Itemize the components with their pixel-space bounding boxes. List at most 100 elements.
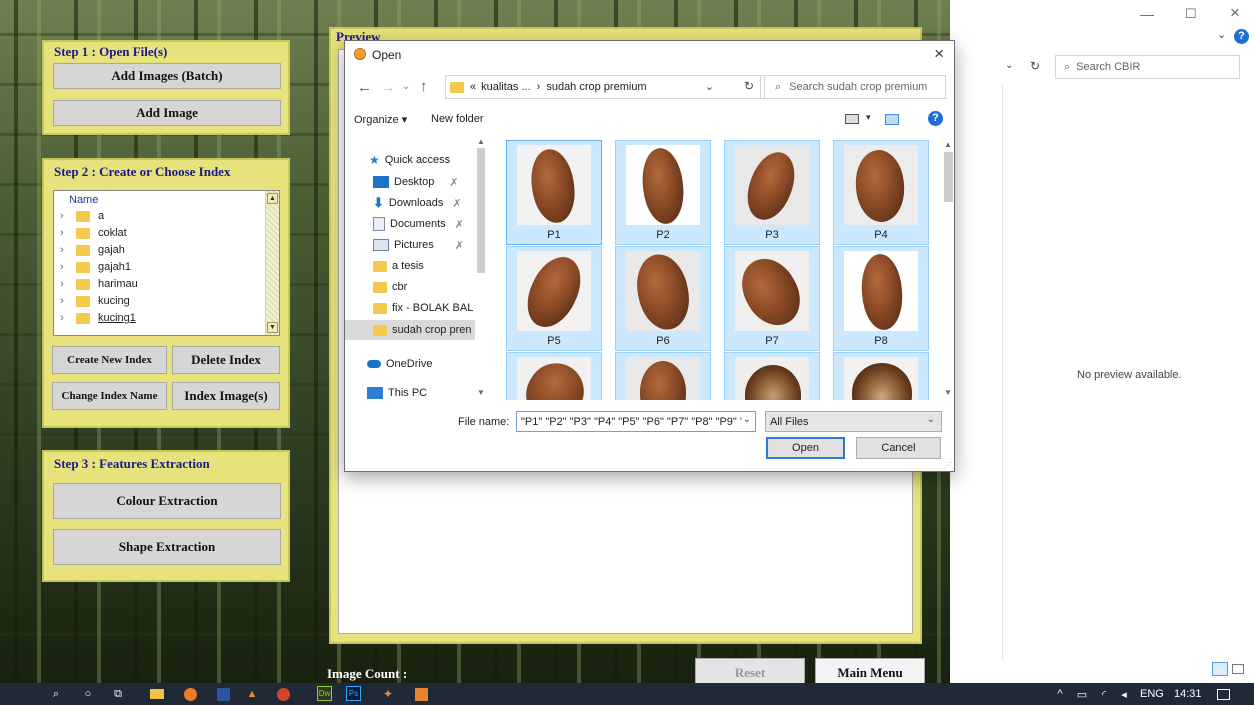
index-tree[interactable]: Name › a › coklat › gajah › gajah1 › harimau …: [53, 190, 280, 336]
close-window-button[interactable]: ×: [1230, 3, 1240, 23]
nav-a-tesis[interactable]: a tesis: [373, 257, 424, 275]
nav-onedrive[interactable]: OneDrive: [367, 355, 432, 373]
nav-downloads[interactable]: ⬇ Downloads ✗: [373, 194, 462, 212]
file-thumb-p12[interactable]: [833, 352, 929, 400]
explorer-search-box[interactable]: ⌕ Search CBIR: [1055, 55, 1240, 79]
organize-menu[interactable]: Organize ▾: [354, 113, 407, 126]
tree-item-a[interactable]: › a: [60, 208, 104, 224]
new-folder-button[interactable]: New folder: [431, 113, 484, 125]
task-view-icon[interactable]: ⧉: [110, 686, 126, 702]
thumb-scroll-thumb[interactable]: [944, 152, 953, 202]
nav-fix-bolak-bal[interactable]: fix - BOLAK BAL: [373, 299, 473, 317]
view-dropdown-icon[interactable]: ▾: [866, 112, 871, 123]
scroll-down-icon[interactable]: ▼: [477, 388, 485, 397]
tree-item-kucing1[interactable]: › kucing1: [60, 310, 136, 326]
file-thumb-p9[interactable]: [506, 352, 602, 400]
chevron-down-icon[interactable]: ⌄: [1217, 28, 1226, 41]
language-indicator[interactable]: ENG: [1140, 688, 1164, 700]
main-menu-button[interactable]: Main Menu: [815, 658, 925, 683]
open-button[interactable]: Open: [766, 437, 845, 459]
maximize-button[interactable]: ☐: [1185, 6, 1197, 22]
delete-index-button[interactable]: Delete Index: [172, 346, 280, 374]
minimize-button[interactable]: —: [1140, 6, 1154, 22]
breadcrumb-parent[interactable]: kualitas ...: [481, 81, 531, 93]
file-thumb-p5[interactable]: P5: [506, 246, 602, 351]
file-thumb-p11[interactable]: [724, 352, 820, 400]
battery-icon[interactable]: ▭: [1074, 686, 1090, 702]
nav-desktop[interactable]: Desktop ✗: [373, 173, 459, 191]
scroll-up-icon[interactable]: ▲: [944, 140, 952, 149]
dialog-search-input[interactable]: ⌕ Search sudah crop premium: [760, 75, 946, 99]
file-explorer-icon[interactable]: [149, 686, 165, 702]
tree-item-harimau[interactable]: › harimau: [60, 276, 138, 292]
nav-scrollbar[interactable]: ▲ ▼: [474, 133, 488, 401]
notification-icon[interactable]: [1215, 686, 1231, 702]
add-image-button[interactable]: Add Image: [53, 100, 281, 126]
word-icon[interactable]: [215, 686, 231, 702]
details-view-icon[interactable]: [1212, 662, 1228, 676]
file-thumb-p3[interactable]: P3: [724, 140, 820, 245]
nav-quick-access[interactable]: ★ Quick access: [369, 151, 450, 169]
resize-grip-icon[interactable]: ⋰: [944, 461, 952, 470]
file-thumb-p2[interactable]: P2: [615, 140, 711, 245]
file-name-input[interactable]: "P1" "P2" "P3" "P4" "P5" "P6" "P7" "P8" …: [516, 411, 756, 432]
forward-button[interactable]: →: [381, 79, 395, 95]
file-thumb-p10[interactable]: [615, 352, 711, 400]
up-button[interactable]: ↑: [420, 78, 428, 95]
volume-icon[interactable]: ◂: [1116, 686, 1132, 702]
dreamweaver-icon[interactable]: Dw: [317, 686, 332, 701]
thumb-scrollbar[interactable]: ▲ ▼: [941, 138, 955, 400]
cancel-button[interactable]: Cancel: [856, 437, 941, 459]
nav-scroll-thumb[interactable]: [477, 148, 485, 273]
address-dropdown-icon[interactable]: ⌄: [705, 80, 714, 93]
photoshop-icon[interactable]: Ps: [346, 686, 361, 701]
shape-extraction-button[interactable]: Shape Extraction: [53, 529, 281, 565]
scroll-up-icon[interactable]: ▲: [477, 137, 485, 146]
app-icon-orange[interactable]: [413, 686, 429, 702]
recent-dropdown-icon[interactable]: ⌄: [402, 81, 410, 92]
back-button[interactable]: ←: [357, 79, 372, 96]
color-app-icon[interactable]: ✦: [380, 686, 396, 702]
index-images-button[interactable]: Index Image(s): [172, 382, 280, 410]
create-new-index-button[interactable]: Create New Index: [52, 346, 167, 374]
preview-pane-icon[interactable]: [885, 114, 899, 125]
scroll-down-icon[interactable]: ▼: [944, 388, 952, 397]
scroll-up-icon[interactable]: ▲: [267, 193, 278, 204]
reset-button[interactable]: Reset: [695, 658, 805, 683]
nav-pictures[interactable]: Pictures ✗: [373, 236, 464, 254]
scroll-down-icon[interactable]: ▼: [267, 322, 278, 333]
address-bar[interactable]: « kualitas ... › sudah crop premium ⌄ ↻: [445, 75, 765, 99]
windows-start-icon[interactable]: [12, 688, 25, 701]
tree-scrollbar[interactable]: ▲ ▼: [265, 191, 279, 335]
refresh-icon[interactable]: ↻: [744, 79, 754, 93]
tree-item-kucing[interactable]: › kucing: [60, 293, 130, 309]
view-options-icon[interactable]: [845, 114, 859, 124]
nav-sudah-crop[interactable]: sudah crop pren: [345, 320, 475, 340]
file-thumb-p8[interactable]: P8: [833, 246, 929, 351]
tree-item-coklat[interactable]: › coklat: [60, 225, 127, 241]
vlc-icon[interactable]: ▲: [244, 686, 260, 702]
change-index-name-button[interactable]: Change Index Name: [52, 382, 167, 410]
clock[interactable]: 14:31: [1174, 688, 1202, 700]
wifi-icon[interactable]: ◜: [1096, 686, 1112, 702]
colour-extraction-button[interactable]: Colour Extraction: [53, 483, 281, 519]
search-icon[interactable]: ⌕: [48, 686, 64, 702]
pin-icon[interactable]: ✗: [449, 176, 458, 189]
add-images-batch-button[interactable]: Add Images (Batch): [53, 63, 281, 89]
file-thumb-p4[interactable]: P4: [833, 140, 929, 245]
nav-this-pc[interactable]: This PC: [367, 384, 427, 402]
file-thumb-p1[interactable]: P1: [506, 140, 602, 245]
nav-cbr[interactable]: cbr: [373, 278, 407, 296]
cortana-icon[interactable]: ○: [80, 686, 96, 702]
refresh-icon[interactable]: ↻: [1030, 59, 1040, 73]
pin-icon[interactable]: ✗: [455, 239, 464, 252]
address-dropdown-icon[interactable]: ⌄: [1005, 60, 1013, 71]
file-type-select[interactable]: All Files ⌄: [765, 411, 942, 432]
tree-item-gajah1[interactable]: › gajah1: [60, 259, 131, 275]
file-thumb-p6[interactable]: P6: [615, 246, 711, 351]
nav-documents[interactable]: Documents ✗: [373, 215, 464, 233]
help-icon[interactable]: ?: [928, 111, 943, 126]
pin-icon[interactable]: ✗: [455, 218, 464, 231]
help-icon[interactable]: ?: [1234, 29, 1249, 44]
breadcrumb-current[interactable]: sudah crop premium: [546, 81, 646, 93]
